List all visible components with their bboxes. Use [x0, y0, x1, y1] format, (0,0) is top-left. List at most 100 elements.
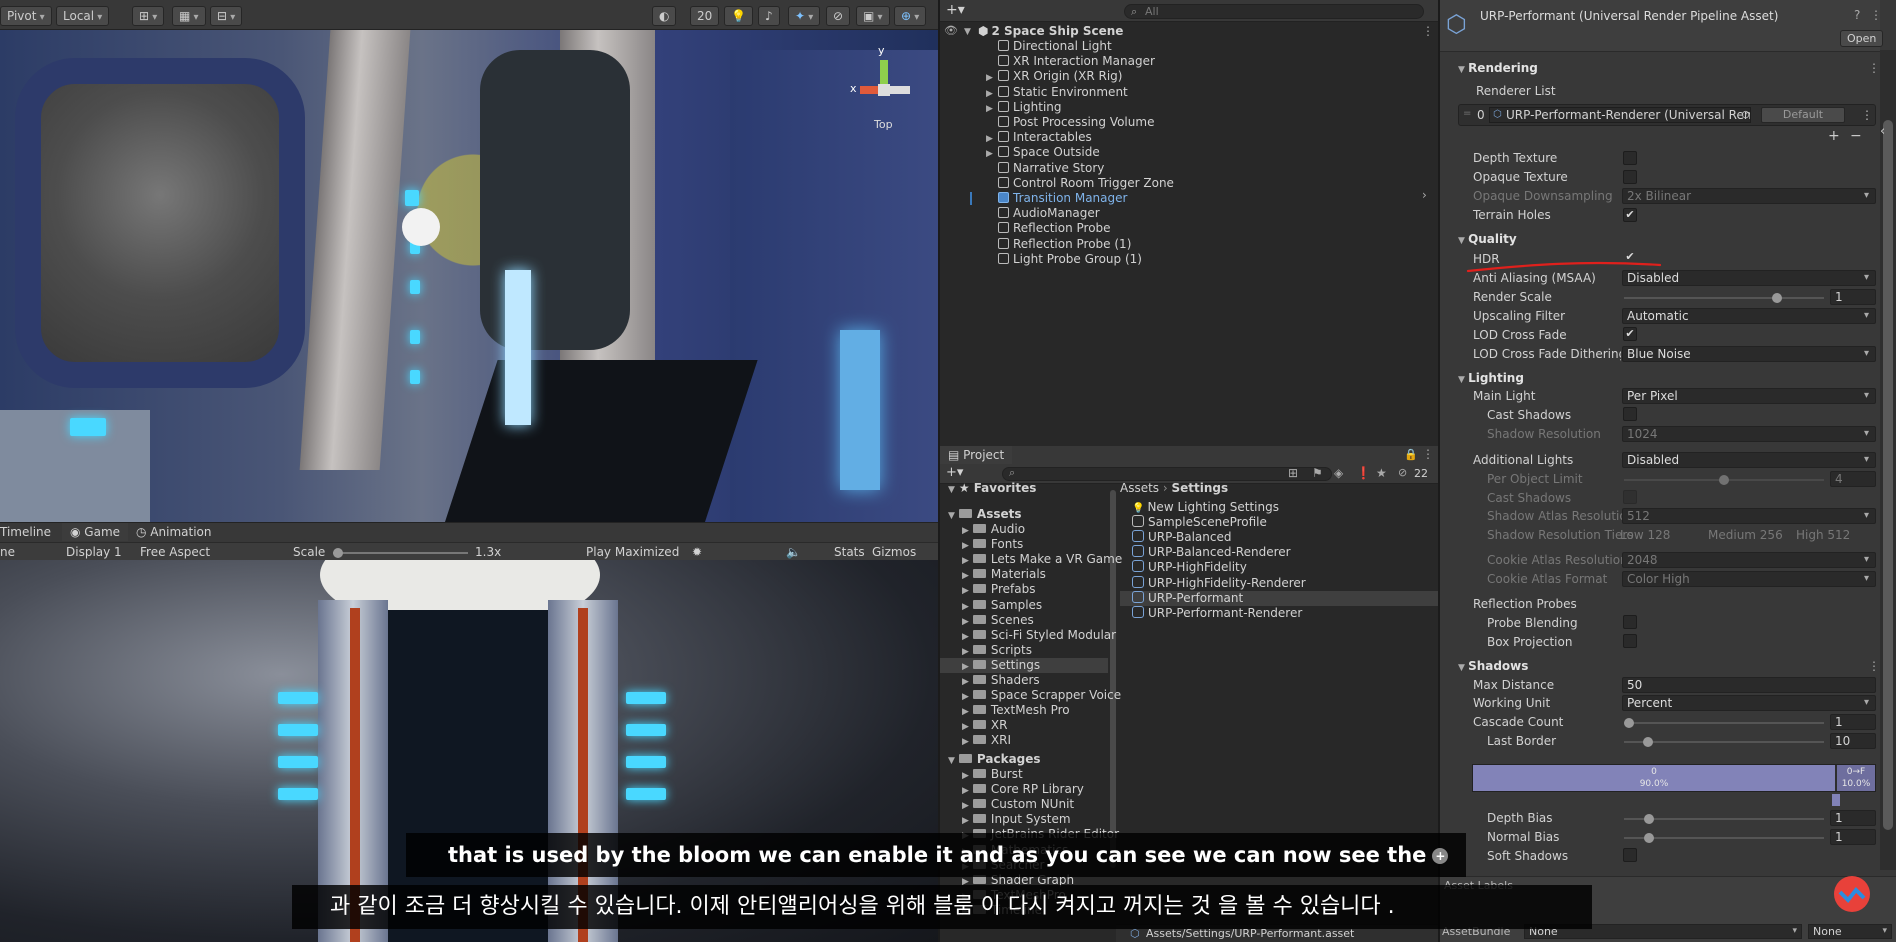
lock-icon[interactable]: 🔒 [1404, 448, 1418, 461]
shadow-resolution-dropdown[interactable]: 1024 [1622, 426, 1876, 442]
filter-type-icon[interactable]: ⚑ [1312, 466, 1323, 480]
renderer-object-field[interactable]: ⬡ URP-Performant-Renderer (Universal Rend… [1489, 107, 1751, 123]
increment-snap-button[interactable]: ⊟ [210, 6, 243, 26]
favorites-root[interactable]: ▼ ★ Favorites [948, 481, 1036, 496]
hierarchy-item[interactable]: ▶ Interactables [986, 130, 1092, 145]
collapsed-arrow-icon[interactable]: ▶ [962, 786, 969, 796]
favorites-arrow-icon[interactable]: ▼ [948, 485, 955, 495]
project-file[interactable]: SampleSceneProfile [1132, 515, 1267, 530]
collapsed-arrow-icon[interactable]: ▶ [962, 586, 969, 596]
package-folder[interactable]: ▶ Burst [962, 767, 1023, 782]
last-border-slider[interactable] [1624, 737, 1824, 747]
collapsed-arrow-icon[interactable]: ▶ [962, 771, 969, 781]
default-button[interactable]: Default [1761, 107, 1845, 123]
scene-expand-arrow[interactable]: ▼ [964, 25, 971, 40]
terrain-holes-checkbox[interactable]: ✔ [1623, 208, 1637, 222]
grid-snap-button[interactable]: ⊞ [132, 6, 165, 26]
hierarchy-item[interactable]: XR Interaction Manager [998, 54, 1155, 69]
collapsed-arrow-icon[interactable]: ▶ [962, 617, 969, 627]
add-cast-shadows-checkbox[interactable] [1623, 490, 1637, 504]
hierarchy-item[interactable]: ▶ Static Environment [986, 85, 1128, 100]
collapsed-arrow-icon[interactable]: ▶ [962, 571, 969, 581]
project-folder[interactable]: ▶ Shaders [962, 673, 1040, 688]
collapsed-arrow-icon[interactable]: ▶ [962, 662, 969, 672]
normal-bias-slider[interactable] [1624, 833, 1824, 843]
expand-arrow-icon[interactable]: ▶ [986, 102, 993, 117]
lod-dither-dropdown[interactable]: Blue Noise [1622, 346, 1876, 362]
tab-project[interactable]: ▤ Project [940, 446, 1013, 464]
tier-low[interactable]: Low 128 [1620, 527, 1670, 543]
project-folder[interactable]: ▶ Scripts [962, 643, 1032, 658]
pivot-dropdown[interactable]: Pivot [0, 6, 52, 26]
bug-icon[interactable]: ✹ [692, 543, 702, 561]
project-file[interactable]: URP-Balanced-Renderer [1132, 545, 1291, 560]
log-filter-icon[interactable]: ❗ [1356, 466, 1371, 480]
lod-cross-fade-checkbox[interactable]: ✔ [1623, 327, 1637, 341]
depth-bias-slider[interactable] [1624, 814, 1824, 824]
gizmos-icon[interactable]: ⊕ [894, 6, 927, 26]
project-file[interactable]: URP-Performant [1132, 590, 1243, 606]
hierarchy-item[interactable]: Control Room Trigger Zone [998, 176, 1174, 191]
cascade-handle[interactable] [1832, 794, 1840, 806]
project-folder[interactable]: ▶ Lets Make a VR Game [962, 552, 1122, 567]
grid-visibility-button[interactable]: ▦ [172, 6, 206, 26]
packages-root[interactable]: ▼ Packages [948, 752, 1041, 767]
collapsed-arrow-icon[interactable]: ▶ [962, 707, 969, 717]
last-border-knob[interactable] [1643, 737, 1653, 747]
hierarchy-item[interactable]: Light Probe Group (1) [998, 252, 1142, 267]
scale-slider[interactable] [333, 548, 468, 558]
hierarchy-item[interactable]: Directional Light [998, 39, 1112, 54]
hierarchy-chevron-icon[interactable]: › [1422, 188, 1427, 202]
collapsed-arrow-icon[interactable]: ▶ [962, 737, 969, 747]
hidden-objects-icon[interactable]: ⊘ [826, 6, 851, 26]
collapsed-arrow-icon[interactable]: ▶ [962, 556, 969, 566]
hierarchy-visibility-icon[interactable]: 👁 [944, 24, 958, 37]
inspector-scrollbar[interactable] [1880, 50, 1896, 870]
collapsed-arrow-icon[interactable]: ▶ [962, 692, 969, 702]
drag-handle-icon[interactable]: = [1463, 108, 1471, 119]
game-mode-dropdown[interactable]: ne [0, 543, 15, 561]
stats-button[interactable]: Stats [834, 543, 865, 561]
working-unit-dropdown[interactable]: Percent [1622, 695, 1876, 711]
project-folder[interactable]: ▶ Samples [962, 598, 1042, 613]
render-scale-value[interactable]: 1 [1830, 289, 1876, 305]
hierarchy-item[interactable]: Narrative Story [998, 161, 1104, 176]
last-border-value[interactable]: 10 [1830, 733, 1876, 749]
project-folder[interactable]: ▶ Fonts [962, 537, 1023, 552]
per-object-limit-knob[interactable] [1719, 475, 1729, 485]
help-icon[interactable]: ? [1854, 8, 1860, 22]
expand-arrow-icon[interactable]: ▼ [948, 511, 955, 521]
project-file[interactable]: URP-Balanced [1132, 530, 1231, 545]
project-folder[interactable]: ▶ Prefabs [962, 582, 1035, 597]
aspect-dropdown[interactable]: Free Aspect [140, 543, 210, 561]
cascade-count-slider[interactable] [1624, 718, 1824, 728]
project-menu-icon[interactable]: ⋮ [1422, 447, 1434, 461]
inspector-menu-icon[interactable]: ⋮ [1870, 8, 1882, 22]
project-folder[interactable]: ▶ Scenes [962, 613, 1034, 628]
depth-bias-value[interactable]: 1 [1830, 810, 1876, 826]
renderer-menu-icon[interactable]: ⋮ [1861, 108, 1873, 122]
cascade-count-knob[interactable] [1624, 718, 1634, 728]
collapsed-arrow-icon[interactable]: ▶ [962, 541, 969, 551]
rendering-menu-icon[interactable]: ⋮ [1868, 61, 1880, 75]
project-search-input[interactable]: ⌕ [1002, 466, 1332, 481]
camera-count[interactable]: 20 [690, 6, 720, 26]
per-object-limit-value[interactable]: 4 [1830, 471, 1876, 487]
hierarchy-item[interactable]: Post Processing Volume [998, 115, 1154, 130]
collapsed-arrow-icon[interactable]: ▶ [962, 632, 969, 642]
collapsed-arrow-icon[interactable]: ▶ [962, 526, 969, 536]
collapsed-arrow-icon[interactable]: ▶ [962, 816, 969, 826]
inspector-scrollbar-thumb[interactable] [1883, 120, 1893, 830]
box-projection-checkbox[interactable] [1623, 634, 1637, 648]
hidden-count-icon[interactable]: ⊘ [1398, 466, 1407, 479]
project-add-button[interactable]: +▾ [946, 465, 963, 480]
project-folder[interactable]: ▶ Sci-Fi Styled Modular [962, 628, 1116, 643]
breadcrumb-settings[interactable]: Settings [1172, 481, 1229, 495]
expand-arrow-icon[interactable]: ▼ [948, 756, 955, 766]
remove-renderer-icon[interactable]: − [1850, 128, 1862, 144]
normal-bias-value[interactable]: 1 [1830, 829, 1876, 845]
tab-animation[interactable]: ◷ Animation [136, 524, 211, 541]
package-folder[interactable]: ▶ Core RP Library [962, 782, 1084, 797]
project-file[interactable]: URP-Performant-Renderer [1132, 605, 1302, 621]
package-folder[interactable]: ▶ Input System [962, 812, 1071, 827]
